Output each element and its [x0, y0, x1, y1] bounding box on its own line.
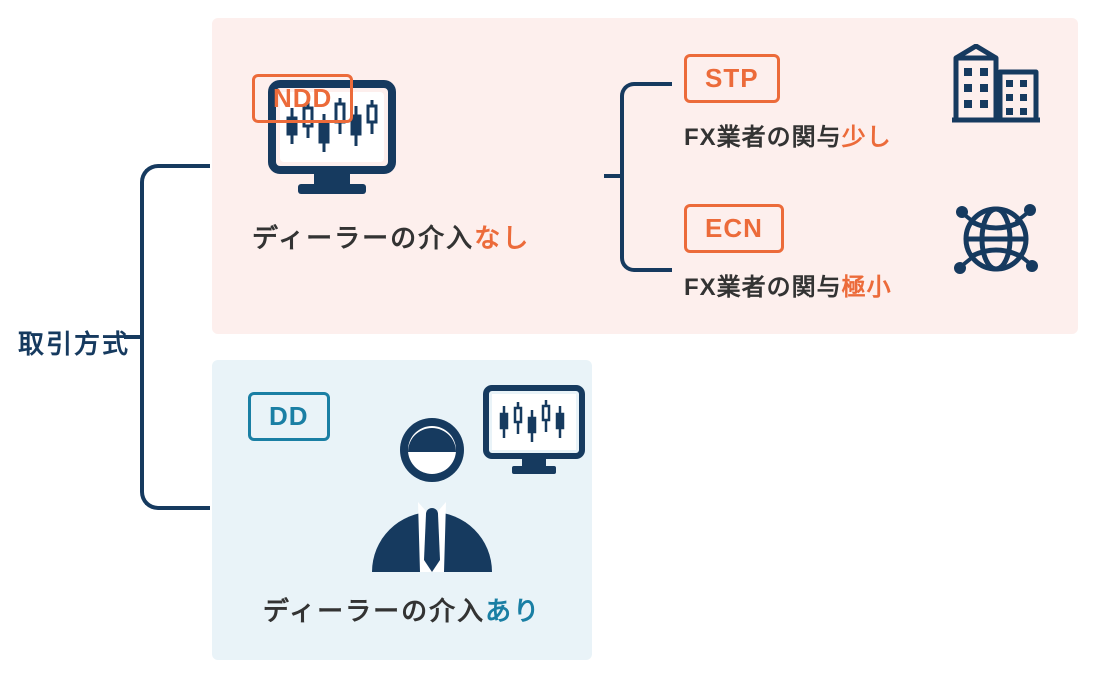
stp-tag: STP: [684, 54, 780, 103]
stp-caption-highlight: 少し: [842, 124, 892, 151]
stp-block: STP FX業者の関与少し: [684, 54, 1064, 152]
bracket-mid-connector: [604, 174, 620, 178]
ndd-caption-prefix: ディーラーの介入: [252, 223, 474, 253]
dealer-person-icon: [360, 384, 590, 574]
root-label: 取引方式: [18, 324, 130, 361]
dd-caption-prefix: ディーラーの介入: [263, 596, 485, 626]
dd-caption: ディーラーの介入あり: [240, 591, 564, 628]
bracket-middle: [620, 82, 672, 272]
ndd-caption: ディーラーの介入なし: [252, 218, 530, 255]
dd-panel: DD: [212, 360, 592, 660]
stp-caption-prefix: FX業者の関与: [684, 124, 842, 151]
ndd-left-block: NDD: [252, 74, 592, 214]
ecn-block: ECN: [684, 204, 1064, 302]
globe-network-icon: [948, 194, 1044, 284]
ecn-caption-prefix: FX業者の関与: [684, 274, 842, 301]
ndd-caption-highlight: なし: [474, 223, 530, 253]
ndd-panel: NDD ディーラーの介入なし: [212, 18, 1078, 334]
buildings-icon: [948, 44, 1044, 128]
ndd-tag: NDD: [252, 74, 353, 123]
ecn-tag: ECN: [684, 204, 784, 253]
ecn-caption-highlight: 極小: [842, 274, 892, 301]
dd-caption-highlight: あり: [485, 596, 541, 626]
bracket-connector: [124, 335, 140, 339]
bracket-left: [140, 164, 210, 510]
dd-tag: DD: [248, 392, 330, 441]
